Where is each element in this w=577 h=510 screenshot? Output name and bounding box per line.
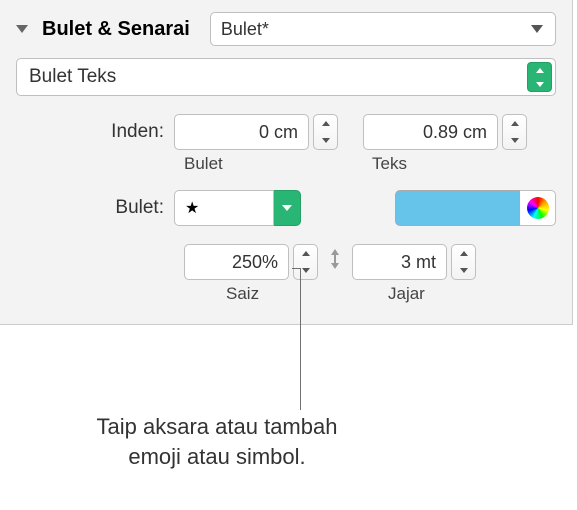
chevron-down-icon xyxy=(503,132,526,149)
chevron-up-icon xyxy=(452,245,475,262)
bullet-color-group xyxy=(395,190,556,226)
chevron-down-icon xyxy=(294,262,317,279)
indent-label: Inden: xyxy=(16,121,174,143)
align-sublabel: Jajar xyxy=(388,284,425,304)
indent-sublabels: Bulet Teks xyxy=(16,154,556,174)
size-value: 250% xyxy=(232,252,278,273)
chevron-up-icon xyxy=(314,115,337,132)
bullet-indent-stepper[interactable] xyxy=(313,114,338,150)
chevron-up-icon xyxy=(528,63,551,77)
size-stepper[interactable] xyxy=(293,244,318,280)
text-indent-stepper[interactable] xyxy=(502,114,527,150)
text-indent-input[interactable]: 0.89 cm xyxy=(363,114,498,150)
chevron-down-icon xyxy=(452,262,475,279)
color-picker-button[interactable] xyxy=(520,190,556,226)
color-swatch[interactable] xyxy=(395,190,520,226)
callout-leader xyxy=(292,268,300,269)
chevron-up-icon xyxy=(503,115,526,132)
size-align-row: 250% 3 mt xyxy=(16,244,556,280)
bullet-type-value: Bulet Teks xyxy=(29,66,116,88)
align-input[interactable]: 3 mt xyxy=(352,244,447,280)
align-value: 3 mt xyxy=(401,252,436,273)
list-style-dropdown[interactable]: Bulet* xyxy=(210,12,556,46)
text-indent-group: 0.89 cm xyxy=(363,114,527,150)
section-title: Bulet & Senarai xyxy=(42,18,190,41)
callout-line2: emoji atau simbol. xyxy=(128,444,305,469)
size-input[interactable]: 250% xyxy=(184,244,289,280)
callout-text: Taip aksara atau tambah emoji atau simbo… xyxy=(62,412,372,471)
star-icon: ★ xyxy=(185,198,199,218)
text-indent-sublabel: Teks xyxy=(372,154,407,174)
list-style-value: Bulet* xyxy=(221,19,269,40)
bullets-panel: Bulet & Senarai Bulet* Bulet Teks Inden:… xyxy=(0,0,573,325)
chevron-down-icon xyxy=(528,77,551,91)
bullet-label: Bulet: xyxy=(16,197,174,219)
bullet-symbol-input[interactable]: ★ xyxy=(174,190,274,226)
size-align-sublabels: Saiz Jajar xyxy=(16,284,556,304)
chevron-down-icon xyxy=(314,132,337,149)
disclosure-triangle-icon[interactable] xyxy=(16,25,28,33)
bullet-indent-group: 0 cm xyxy=(174,114,338,150)
indent-row: Inden: 0 cm 0.89 cm xyxy=(16,114,556,150)
bullet-row: Bulet: ★ xyxy=(16,190,556,226)
align-group: 3 mt xyxy=(352,244,476,280)
align-stepper[interactable] xyxy=(451,244,476,280)
bullet-type-stepper[interactable] xyxy=(527,62,552,92)
size-group: 250% xyxy=(184,244,318,280)
size-sublabel: Saiz xyxy=(226,284,364,304)
vertical-align-icon xyxy=(324,246,346,278)
bullet-type-dropdown[interactable]: Bulet Teks xyxy=(16,58,556,96)
bullet-symbol-group: ★ xyxy=(174,190,301,226)
section-header: Bulet & Senarai Bulet* xyxy=(16,12,556,46)
bullet-indent-sublabel: Bulet xyxy=(184,154,344,174)
callout-leader xyxy=(300,268,301,410)
callout-line1: Taip aksara atau tambah xyxy=(97,414,338,439)
bullet-indent-input[interactable]: 0 cm xyxy=(174,114,309,150)
color-wheel-icon xyxy=(527,197,549,219)
chevron-down-icon xyxy=(531,25,543,33)
text-indent-value: 0.89 cm xyxy=(423,122,487,143)
bullet-indent-value: 0 cm xyxy=(259,122,298,143)
bullet-symbol-dropdown-button[interactable] xyxy=(274,190,301,226)
chevron-up-icon xyxy=(294,245,317,262)
